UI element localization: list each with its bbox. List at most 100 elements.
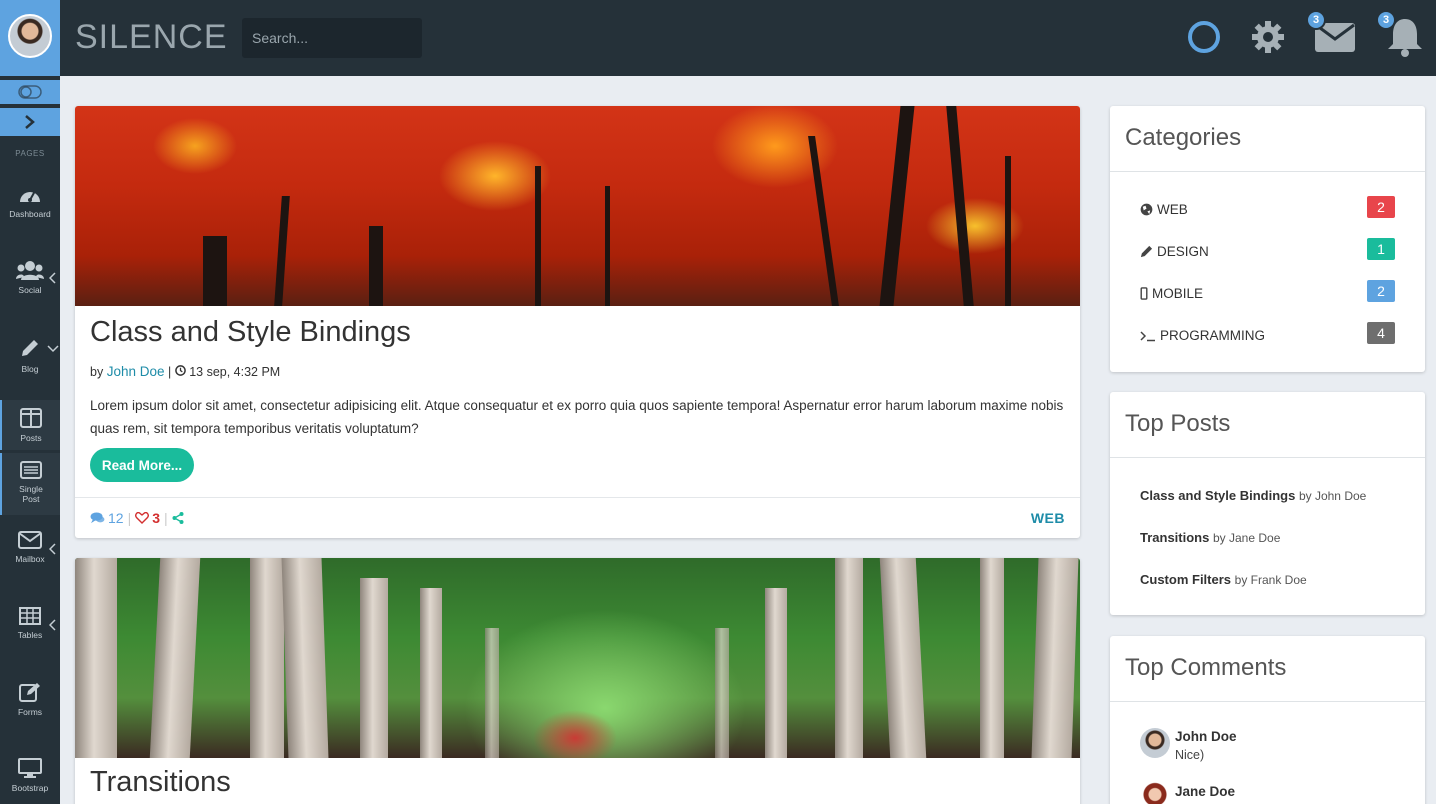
- chevron-left-icon: [49, 619, 56, 631]
- categories-panel: Categories WEB 2 DESIGN 1 MOBILE 2 PROGR…: [1110, 106, 1425, 372]
- post-stats: 12 | 3 |: [90, 510, 184, 526]
- sidebar-item-bootstrap[interactable]: Bootstrap: [0, 758, 60, 804]
- category-label: MOBILE: [1152, 286, 1204, 301]
- top-post-item[interactable]: Class and Style Bindings by John Doe: [1140, 488, 1366, 503]
- likes-count: 3: [152, 510, 161, 526]
- sidebar-item-social[interactable]: Social: [0, 260, 60, 308]
- profile-area: [0, 0, 60, 76]
- mail-button[interactable]: 3: [1306, 10, 1358, 60]
- top-comments-panel: Top Comments John Doe Nice) Jane Doe: [1110, 636, 1425, 804]
- notifications-button[interactable]: 3: [1376, 10, 1428, 60]
- comments-count: 12: [108, 510, 124, 526]
- comment-text: Nice): [1175, 748, 1205, 762]
- post-title[interactable]: Transitions: [90, 766, 231, 799]
- notifications-badge: 3: [1376, 10, 1396, 30]
- top-post-author: by Frank Doe: [1234, 573, 1307, 587]
- sidebar-item-label: Mailbox: [15, 554, 45, 564]
- avatar[interactable]: [8, 14, 52, 58]
- post-author-link[interactable]: John Doe: [107, 364, 165, 379]
- top-header: SILENCE 3 3: [0, 0, 1436, 76]
- comment-avatar[interactable]: [1140, 728, 1170, 758]
- post-card: Class and Style Bindings by John Doe | 1…: [75, 106, 1080, 538]
- post-title[interactable]: Class and Style Bindings: [90, 316, 411, 349]
- chevron-left-icon: [49, 543, 56, 555]
- chevron-down-icon: [47, 345, 59, 353]
- comments-icon: [90, 512, 105, 524]
- sidebar-item-label: Tables: [17, 630, 43, 640]
- category-count-badge: 1: [1367, 238, 1395, 260]
- panel-title: Categories: [1125, 124, 1242, 151]
- gear-icon[interactable]: [1245, 14, 1291, 60]
- post-category-tag[interactable]: WEB: [1031, 510, 1065, 526]
- list-icon: [20, 461, 42, 479]
- mobile-icon: [1140, 287, 1148, 300]
- terminal-icon: [1140, 330, 1155, 341]
- likes-stat[interactable]: 3: [135, 510, 160, 526]
- post-meta: by John Doe | 13 sep, 4:32 PM: [90, 364, 281, 379]
- top-post-author: by John Doe: [1298, 489, 1367, 503]
- sidebar-item-single-post[interactable]: Single Post: [0, 453, 60, 515]
- sidebar-item-blog[interactable]: Blog: [0, 337, 60, 385]
- search-input[interactable]: [242, 18, 422, 58]
- edit-icon: [19, 683, 40, 702]
- users-icon: [16, 261, 44, 280]
- sidebar-item-label: Blog: [21, 364, 39, 374]
- share-button[interactable]: [172, 512, 184, 524]
- top-post-title: Class and Style Bindings: [1140, 488, 1296, 503]
- pencil-icon: [22, 340, 38, 356]
- comments-stat[interactable]: 12: [90, 510, 124, 526]
- category-count-badge: 2: [1367, 196, 1395, 218]
- dashboard-icon: [20, 190, 40, 202]
- post-excerpt: Lorem ipsum dolor sit amet, consectetur …: [90, 398, 1064, 436]
- top-post-item[interactable]: Transitions by Jane Doe: [1140, 530, 1280, 545]
- category-web[interactable]: WEB: [1140, 202, 1188, 217]
- post-card: Transitions: [75, 558, 1080, 804]
- chevron-left-icon: [49, 272, 56, 284]
- table-icon: [19, 607, 41, 625]
- sidebar-item-mailbox[interactable]: Mailbox: [0, 531, 60, 579]
- category-count-badge: 2: [1367, 280, 1395, 302]
- read-more-button[interactable]: Read More...: [90, 448, 194, 482]
- divider: [75, 497, 1080, 498]
- category-label: WEB: [1157, 202, 1188, 217]
- top-post-title: Transitions: [1140, 530, 1210, 545]
- post-image: [75, 106, 1080, 306]
- share-icon: [172, 512, 184, 524]
- sidebar-toggle[interactable]: [0, 80, 60, 104]
- top-post-title: Custom Filters: [1140, 572, 1232, 587]
- sidebar-item-label: Single Post: [19, 484, 43, 504]
- monitor-icon: [18, 758, 42, 778]
- top-posts-panel: Top Posts Class and Style Bindings by Jo…: [1110, 392, 1425, 615]
- sidebar-item-tables[interactable]: Tables: [0, 607, 60, 655]
- columns-icon: [20, 408, 42, 428]
- top-post-author: by Jane Doe: [1212, 531, 1281, 545]
- sidebar-item-dashboard[interactable]: Dashboard: [0, 184, 60, 232]
- comment-author[interactable]: Jane Doe: [1175, 784, 1235, 799]
- pencil-icon: [1140, 245, 1153, 258]
- post-date: 13 sep, 4:32 PM: [189, 365, 281, 379]
- sidebar-expand-button[interactable]: [0, 108, 60, 136]
- comment-author[interactable]: John Doe: [1175, 729, 1237, 744]
- panel-title: Top Comments: [1125, 654, 1287, 681]
- category-label: PROGRAMMING: [1160, 328, 1266, 343]
- sidebar-item-posts[interactable]: Posts: [0, 400, 60, 450]
- category-label: DESIGN: [1157, 244, 1209, 259]
- loading-circle-icon[interactable]: [1181, 14, 1227, 60]
- envelope-icon: [18, 531, 42, 549]
- globe-icon: [1140, 203, 1153, 216]
- top-post-item[interactable]: Custom Filters by Frank Doe: [1140, 572, 1307, 587]
- heart-icon: [135, 512, 150, 524]
- category-mobile[interactable]: MOBILE: [1140, 286, 1203, 301]
- sidebar-item-forms[interactable]: Forms: [0, 682, 60, 730]
- category-programming[interactable]: PROGRAMMING: [1140, 328, 1265, 343]
- sidebar-item-label: Forms: [17, 707, 43, 717]
- comment-avatar[interactable]: [1140, 781, 1170, 804]
- toggle-icon: [18, 85, 42, 99]
- category-count-badge: 4: [1367, 322, 1395, 344]
- sidebar-item-label: Bootstrap: [11, 783, 49, 793]
- sidebar-item-label: Posts: [20, 433, 42, 443]
- post-by-label: by: [90, 365, 104, 379]
- sidebar-item-label: Dashboard: [9, 209, 51, 219]
- mail-badge: 3: [1306, 10, 1326, 30]
- category-design[interactable]: DESIGN: [1140, 244, 1209, 259]
